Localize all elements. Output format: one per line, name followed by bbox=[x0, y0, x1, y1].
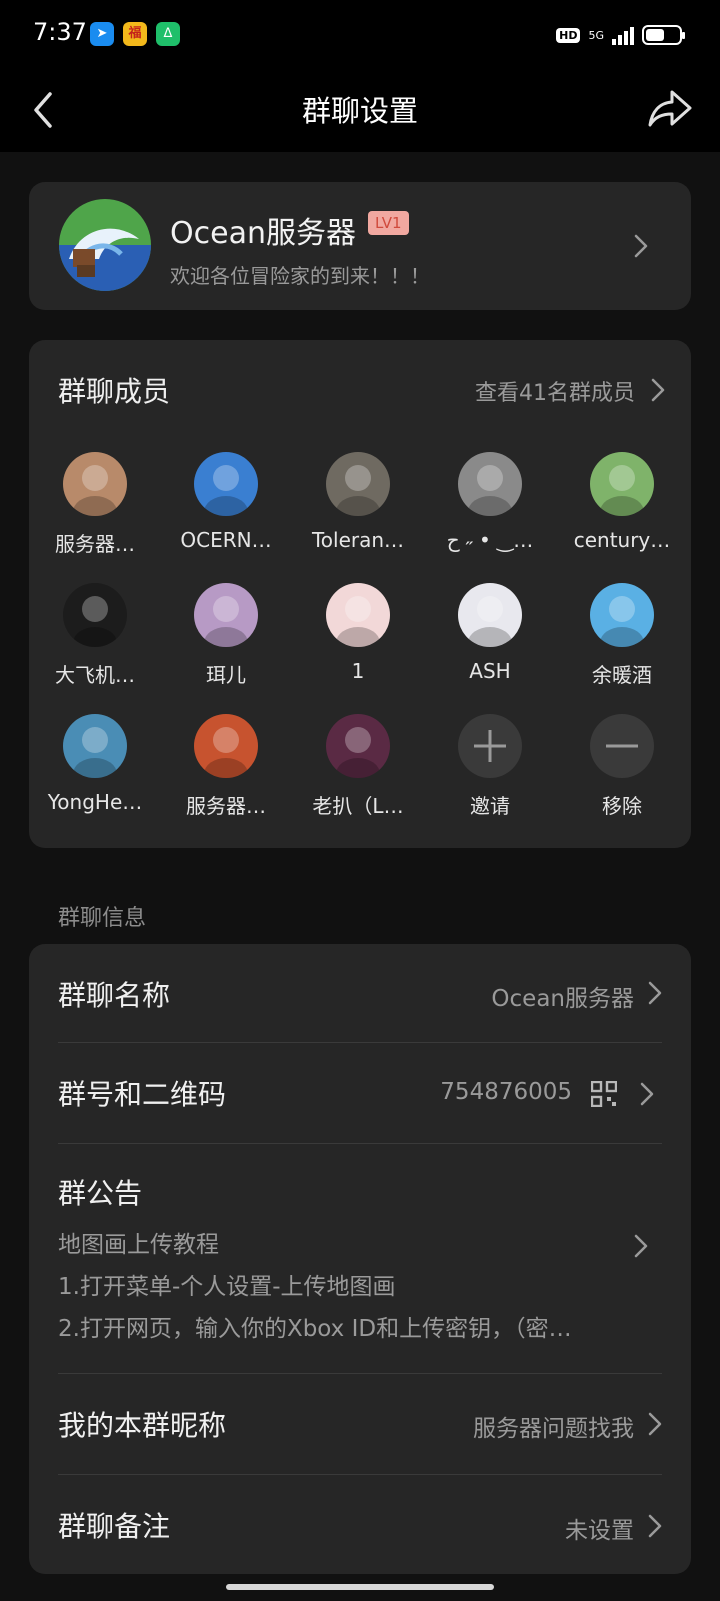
members-card: 群聊成员 查看41名群成员 服务器… OCERN… Toleran… ح ˶ • ‿…… bbox=[29, 340, 691, 848]
member-avatar bbox=[458, 583, 522, 647]
row-title-group-number: 群号和二维码 bbox=[58, 1078, 227, 1111]
member-name: 老扒（L… bbox=[312, 794, 404, 818]
link-app-icon: ᐃ bbox=[156, 22, 180, 46]
member-avatar bbox=[590, 583, 654, 647]
group-remark-row[interactable]: 群聊备注 未设置 bbox=[58, 1475, 662, 1574]
invite-member-button[interactable]: 邀请 bbox=[425, 714, 555, 819]
member-item[interactable]: century… bbox=[557, 452, 687, 552]
member-name: OCERN… bbox=[180, 528, 272, 552]
member-name: 余暖酒 bbox=[592, 663, 652, 687]
plus-icon bbox=[458, 714, 522, 778]
member-item[interactable]: 珥儿 bbox=[161, 583, 291, 688]
battery-icon bbox=[642, 25, 685, 45]
member-avatar bbox=[326, 714, 390, 778]
notice-line: 2.打开网页，输入你的Xbox ID和上传密钥，（密… bbox=[58, 1316, 572, 1342]
group-profile-card[interactable]: Ocean服务器 LV1 欢迎各位冒险家的到来！！！ bbox=[29, 182, 691, 310]
member-item[interactable]: 老扒（L… bbox=[293, 714, 423, 819]
group-avatar[interactable] bbox=[59, 199, 151, 291]
hd-icon: HD bbox=[556, 27, 581, 43]
nav-bar: 群聊设置 bbox=[0, 70, 720, 152]
row-value-nickname: 服务器问题找我 bbox=[473, 1416, 634, 1442]
group-info-card: 群聊名称 Ocean服务器 群号和二维码 754876005 群公告 地图画上传… bbox=[29, 944, 691, 1574]
member-avatar bbox=[458, 452, 522, 516]
page-title: 群聊设置 bbox=[301, 94, 418, 128]
invite-label: 邀请 bbox=[470, 794, 510, 818]
remove-label: 移除 bbox=[602, 794, 642, 818]
chevron-right-icon bbox=[640, 1082, 654, 1106]
member-avatar bbox=[63, 452, 127, 516]
member-avatar bbox=[326, 583, 390, 647]
member-name: 服务器… bbox=[186, 794, 266, 818]
chevron-right-icon bbox=[648, 981, 662, 1005]
row-value-group-number: 754876005 bbox=[440, 1079, 572, 1105]
level-badge: LV1 bbox=[368, 211, 409, 235]
member-avatar bbox=[326, 452, 390, 516]
member-name: century… bbox=[573, 528, 671, 552]
notice-line: 1.打开菜单-个人设置-上传地图画 bbox=[58, 1274, 396, 1300]
chevron-right-icon bbox=[634, 234, 648, 258]
paper-plane-app-icon: ➤ bbox=[90, 22, 114, 46]
member-name: YongHe… bbox=[47, 790, 143, 814]
row-title-notice: 群公告 bbox=[58, 1177, 143, 1210]
row-title-nickname: 我的本群昵称 bbox=[58, 1409, 227, 1442]
member-item[interactable]: YongHe… bbox=[30, 714, 160, 814]
row-title-group-name: 群聊名称 bbox=[58, 979, 171, 1012]
my-nickname-row[interactable]: 我的本群昵称 服务器问题找我 bbox=[58, 1374, 662, 1474]
member-name: Toleran… bbox=[311, 528, 405, 552]
member-name: ASH bbox=[469, 659, 511, 683]
lottery-app-icon: 福 bbox=[123, 22, 147, 46]
member-item[interactable]: 大飞机… bbox=[30, 583, 160, 688]
minus-icon bbox=[590, 714, 654, 778]
member-avatar bbox=[194, 452, 258, 516]
qr-code-icon bbox=[591, 1081, 617, 1107]
view-all-members-link[interactable]: 查看41名群成员 bbox=[475, 375, 635, 407]
status-indicators: HD 5G bbox=[556, 22, 685, 48]
chevron-right-icon[interactable] bbox=[651, 378, 665, 402]
member-avatar bbox=[63, 714, 127, 778]
chevron-right-icon bbox=[648, 1412, 662, 1436]
chevron-right-icon bbox=[648, 1514, 662, 1538]
notice-line: 地图画上传教程 bbox=[58, 1232, 219, 1258]
member-avatar bbox=[194, 583, 258, 647]
group-name-row[interactable]: 群聊名称 Ocean服务器 bbox=[58, 944, 662, 1042]
share-icon[interactable] bbox=[646, 84, 694, 132]
group-description: 欢迎各位冒险家的到来！！！ bbox=[170, 264, 430, 288]
home-indicator[interactable] bbox=[226, 1584, 494, 1590]
member-avatar bbox=[590, 452, 654, 516]
member-item[interactable]: 服务器… bbox=[30, 452, 160, 557]
group-number-row[interactable]: 群号和二维码 754876005 bbox=[58, 1043, 662, 1143]
chevron-right-icon bbox=[634, 1234, 648, 1258]
member-item[interactable]: 1 bbox=[293, 583, 423, 683]
member-name: 1 bbox=[351, 659, 365, 683]
network-type: 5G bbox=[588, 28, 604, 42]
member-item[interactable]: 余暖酒 bbox=[557, 583, 687, 688]
status-time: 7:37 bbox=[33, 18, 87, 46]
member-name: 珥儿 bbox=[206, 663, 246, 687]
group-name: Ocean服务器 bbox=[170, 216, 356, 251]
status-bar: 7:37 ➤ 福 ᐃ HD 5G bbox=[0, 0, 720, 70]
member-item[interactable]: ح ˶ • ‿… bbox=[425, 452, 555, 553]
row-value-group-name: Ocean服务器 bbox=[491, 986, 634, 1012]
member-item[interactable]: 服务器… bbox=[161, 714, 291, 819]
row-value-remark: 未设置 bbox=[565, 1518, 634, 1544]
member-avatar bbox=[194, 714, 258, 778]
member-item[interactable]: ASH bbox=[425, 583, 555, 683]
remove-member-button[interactable]: 移除 bbox=[557, 714, 687, 819]
section-label-group-info: 群聊信息 bbox=[58, 906, 147, 931]
member-name: ح ˶ • ‿… bbox=[446, 528, 534, 552]
signal-icon bbox=[612, 25, 634, 45]
group-notice-row[interactable]: 群公告 地图画上传教程 1.打开菜单-个人设置-上传地图画 2.打开网页，输入你… bbox=[29, 1144, 691, 1342]
member-avatar bbox=[63, 583, 127, 647]
member-item[interactable]: Toleran… bbox=[293, 452, 423, 552]
member-name: 大飞机… bbox=[55, 663, 135, 687]
member-name: 服务器… bbox=[55, 532, 135, 556]
members-title: 群聊成员 bbox=[58, 375, 171, 408]
member-item[interactable]: OCERN… bbox=[161, 452, 291, 552]
row-title-remark: 群聊备注 bbox=[58, 1510, 171, 1543]
